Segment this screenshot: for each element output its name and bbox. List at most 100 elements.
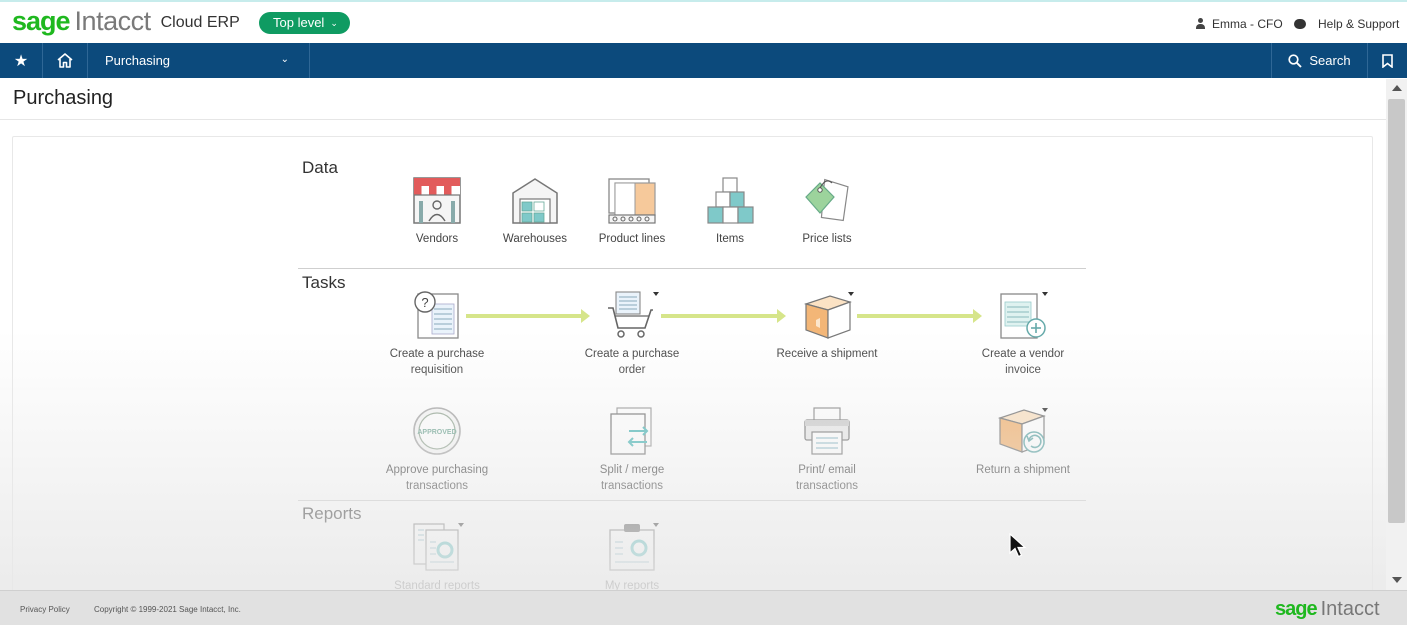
page-footer: Privacy Policy Copyright © 1999-2021 Sag… xyxy=(0,590,1407,625)
task-label-line1: Print/ email xyxy=(798,464,856,476)
task-label-line2: invoice xyxy=(1005,364,1041,376)
data-item-label: Price lists xyxy=(802,233,852,245)
user-icon xyxy=(1195,18,1206,30)
module-label: Purchasing xyxy=(105,53,171,68)
task-label-line2: transactions xyxy=(600,480,663,492)
bookmark-button[interactable] xyxy=(1367,43,1407,78)
data-item-vendors[interactable]: Vendors xyxy=(396,175,478,247)
section-tasks-label: Tasks xyxy=(302,273,346,292)
svg-text:?: ? xyxy=(421,295,428,310)
entity-level-label: Top level xyxy=(273,15,325,30)
box-icon xyxy=(803,295,852,339)
module-selector[interactable]: Purchasing ⌄ xyxy=(88,43,310,78)
home-icon xyxy=(57,53,73,68)
approved-stamp-text: APPROVED xyxy=(417,429,456,436)
dropdown-caret-icon[interactable] xyxy=(653,523,659,527)
task-label-line1: Return a shipment xyxy=(976,464,1070,476)
invoice-add-icon xyxy=(1000,293,1046,339)
task-label-line1: Create a vendor xyxy=(981,348,1065,360)
task-create-purchase-order[interactable]: Create a purchase order xyxy=(571,290,693,378)
task-label-line2: transactions xyxy=(795,480,858,492)
chat-bubble-icon xyxy=(1294,19,1306,29)
star-icon: ★ xyxy=(13,52,29,70)
dropdown-caret-icon[interactable] xyxy=(653,292,659,296)
task-print-email[interactable]: Print/ email transactions xyxy=(766,406,888,494)
user-name: Emma - CFO xyxy=(1212,17,1283,31)
approved-stamp-icon: APPROVED xyxy=(413,407,461,455)
search-button[interactable]: Search xyxy=(1271,43,1367,78)
section-divider xyxy=(298,268,1086,269)
data-item-warehouses[interactable]: Warehouses xyxy=(494,175,576,247)
standard-reports-icon xyxy=(413,523,459,571)
split-merge-icon xyxy=(610,407,652,455)
entity-level-dropdown[interactable]: Top level ⌄ xyxy=(259,12,350,34)
printer-icon xyxy=(804,407,850,455)
product-lines-icon xyxy=(608,178,656,224)
footer-logo-intacct: Intacct xyxy=(1320,598,1380,620)
vertical-scrollbar[interactable] xyxy=(1386,79,1407,590)
section-data-label: Data xyxy=(302,158,338,177)
task-create-requisition[interactable]: ? Create a purchase requisition xyxy=(376,290,498,378)
user-menu[interactable]: Emma - CFO xyxy=(1195,17,1283,31)
mouse-cursor-icon xyxy=(1009,533,1027,558)
data-item-label: Warehouses xyxy=(502,233,568,245)
requisition-icon: ? xyxy=(414,291,459,339)
data-item-items[interactable]: Items xyxy=(689,175,771,247)
report-standard[interactable]: Standard reports xyxy=(376,522,498,594)
footer-logo: sage Intacct xyxy=(1275,598,1380,621)
scroll-down-arrow-icon[interactable] xyxy=(1392,577,1402,583)
task-label-line1: Approve purchasing xyxy=(385,464,489,476)
scroll-up-arrow-icon[interactable] xyxy=(1392,85,1402,91)
report-my-reports[interactable]: My reports xyxy=(571,522,693,594)
search-icon xyxy=(1288,53,1303,68)
task-label-line2: requisition xyxy=(410,364,464,376)
task-return-shipment[interactable]: Return a shipment xyxy=(962,406,1084,478)
logo-sage-text: sage xyxy=(12,6,71,36)
dropdown-caret-icon[interactable] xyxy=(1042,292,1048,296)
items-boxes-icon xyxy=(707,177,754,224)
scroll-thumb[interactable] xyxy=(1388,99,1405,523)
product-name: Cloud ERP xyxy=(160,14,240,31)
my-reports-icon xyxy=(609,524,655,571)
section-reports-label: Reports xyxy=(302,504,362,523)
task-label-line1: Create a purchase xyxy=(389,348,485,360)
help-support-link[interactable]: Help & Support xyxy=(1294,17,1399,31)
task-label-line1: Create a purchase xyxy=(584,348,680,360)
task-receive-shipment[interactable]: Receive a shipment xyxy=(766,290,888,362)
dropdown-caret-icon[interactable] xyxy=(848,292,854,296)
vendor-storefront-icon xyxy=(413,177,461,224)
page-title: Purchasing xyxy=(13,87,114,109)
search-label: Search xyxy=(1309,53,1351,68)
task-split-merge[interactable]: Split / merge transactions xyxy=(571,406,693,494)
section-divider xyxy=(298,500,1086,501)
task-approve-purchasing[interactable]: APPROVED Approve purchasing transactions xyxy=(376,406,498,494)
help-label: Help & Support xyxy=(1318,17,1400,31)
footer-logo-sage: sage xyxy=(1275,598,1318,620)
chevron-down-icon: ⌄ xyxy=(330,18,338,28)
task-label-line1: Split / merge xyxy=(599,464,665,476)
data-item-price-lists[interactable]: Price lists xyxy=(786,175,868,247)
dropdown-caret-icon[interactable] xyxy=(1042,408,1048,412)
data-item-label: Vendors xyxy=(415,233,459,245)
sage-intacct-logo[interactable]: sage Intacct Cloud ERP xyxy=(12,6,240,37)
logo-intacct-text: Intacct xyxy=(74,6,152,36)
header-divider xyxy=(0,119,1386,120)
task-label-line1: Receive a shipment xyxy=(776,348,878,360)
favorites-button[interactable]: ★ xyxy=(0,43,43,78)
return-box-icon xyxy=(998,409,1046,453)
data-item-product-lines[interactable]: Product lines xyxy=(591,175,673,247)
privacy-policy-link[interactable]: Privacy Policy xyxy=(20,605,70,614)
data-item-label: Items xyxy=(715,233,745,245)
copyright-text: Copyright © 1999-2021 Sage Intacct, Inc. xyxy=(94,605,241,614)
home-button[interactable] xyxy=(43,43,88,78)
chevron-down-icon: ⌄ xyxy=(280,54,289,65)
main-navbar: ★ Purchasing ⌄ Search xyxy=(0,43,1407,78)
price-tag-icon xyxy=(805,178,849,222)
task-label-line2: order xyxy=(618,364,646,376)
warehouse-icon xyxy=(512,178,558,224)
shopping-cart-icon xyxy=(608,291,653,338)
bookmark-icon xyxy=(1382,53,1393,68)
data-item-label: Product lines xyxy=(598,233,666,245)
task-create-vendor-invoice[interactable]: Create a vendor invoice xyxy=(962,290,1084,378)
dropdown-caret-icon[interactable] xyxy=(458,523,464,527)
